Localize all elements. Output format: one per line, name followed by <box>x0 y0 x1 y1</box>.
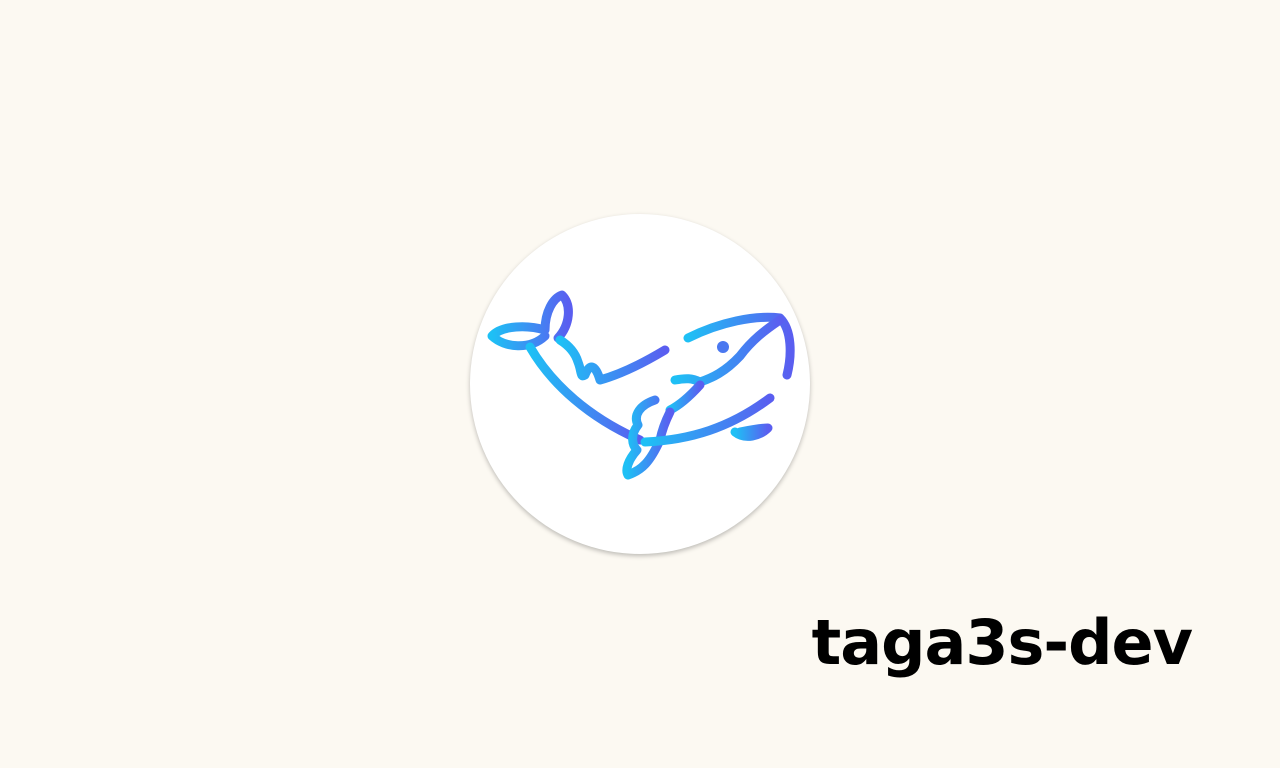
author-name: taga3s-dev <box>811 606 1193 679</box>
whale-icon <box>487 290 795 480</box>
avatar <box>470 214 810 554</box>
